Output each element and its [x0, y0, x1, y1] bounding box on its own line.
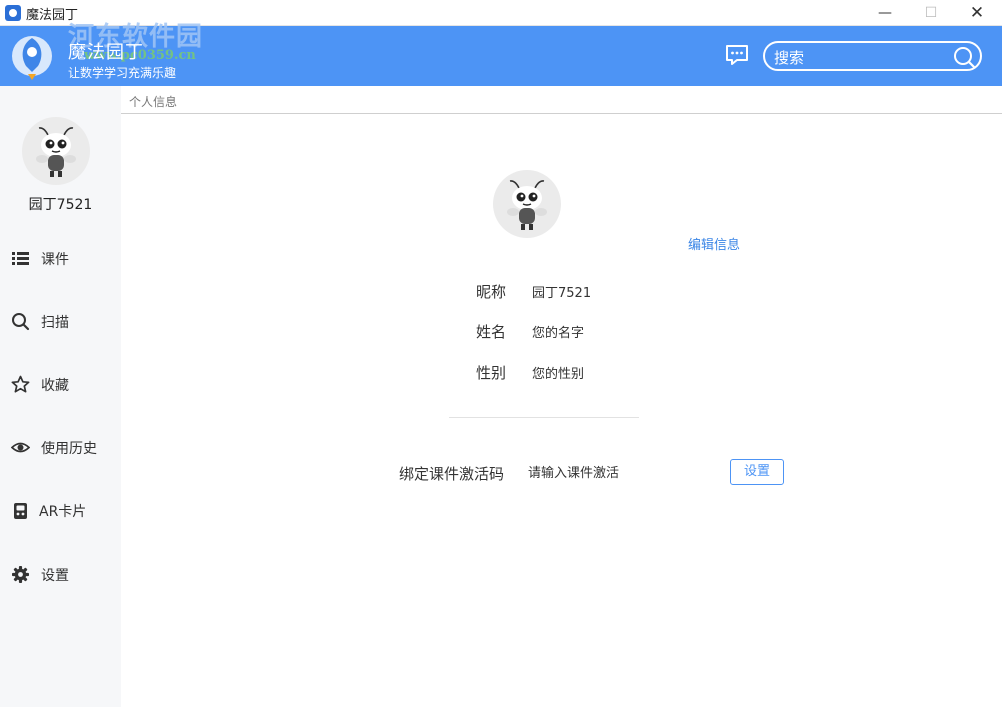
sidebar-item-label: 扫描 — [41, 315, 69, 331]
gear-icon — [12, 566, 29, 583]
app-name: 魔法园丁 — [68, 42, 144, 63]
sidebar-item-label: AR卡片 — [39, 504, 87, 520]
activation-code-label: 绑定课件激活码 — [399, 465, 505, 483]
eye-icon — [11, 442, 30, 453]
name-label: 姓名 — [476, 323, 507, 341]
bee-mascot-icon — [36, 127, 76, 177]
gender-label: 性别 — [476, 364, 507, 382]
sidebar: 园丁7521 课件 扫描 收藏 使用历史 AR卡片 设置 — [0, 86, 121, 707]
search-icon — [12, 313, 30, 331]
search-box[interactable]: 搜索 — [763, 41, 982, 71]
sidebar-item-courseware[interactable]: 课件 — [0, 238, 121, 278]
sidebar-username: 园丁7521 — [28, 197, 93, 213]
sidebar-item-label: 设置 — [41, 568, 69, 584]
breadcrumb: 个人信息 — [129, 95, 178, 109]
section-divider — [449, 417, 639, 418]
ar-card-icon — [14, 503, 27, 519]
main-panel: 个人信息 编辑信息 昵称 园丁7521 姓名 您的名字 性别 您的性别 绑定课件… — [121, 86, 1002, 707]
search-icon[interactable] — [952, 45, 976, 69]
nickname-label: 昵称 — [476, 283, 507, 301]
avatar[interactable] — [22, 117, 90, 185]
breadcrumb-divider — [121, 113, 1002, 114]
set-activation-button[interactable]: 设置 — [730, 459, 784, 485]
bee-mascot-icon — [507, 180, 547, 230]
sidebar-item-label: 使用历史 — [41, 441, 97, 457]
minimize-button[interactable]: — — [862, 0, 908, 26]
sidebar-item-label: 课件 — [41, 252, 69, 268]
sidebar-item-settings[interactable]: 设置 — [0, 554, 121, 594]
app-header: 河东软件园 www.pc0359.cn 魔法园丁 让数学学习充满乐趣 搜索 — [0, 22, 1002, 86]
nickname-value: 园丁7521 — [532, 286, 592, 301]
search-input[interactable]: 搜索 — [774, 47, 804, 68]
star-icon — [11, 375, 30, 393]
sidebar-item-ar-card[interactable]: AR卡片 — [0, 490, 121, 530]
message-icon[interactable] — [724, 43, 750, 67]
name-value: 您的名字 — [532, 326, 585, 341]
app-slogan: 让数学学习充满乐趣 — [68, 66, 177, 80]
profile-avatar[interactable] — [493, 170, 561, 238]
close-button[interactable]: ✕ — [954, 0, 1000, 26]
sidebar-item-history[interactable]: 使用历史 — [0, 427, 121, 467]
activation-code-input[interactable] — [528, 461, 718, 485]
sidebar-item-favorites[interactable]: 收藏 — [0, 364, 121, 404]
app-logo-icon — [5, 5, 21, 21]
maximize-button[interactable]: ☐ — [908, 0, 954, 26]
sidebar-item-label: 收藏 — [41, 378, 69, 394]
app-logo-icon — [12, 36, 52, 80]
edit-info-link[interactable]: 编辑信息 — [688, 234, 740, 253]
list-icon — [12, 252, 29, 265]
sidebar-item-scan[interactable]: 扫描 — [0, 301, 121, 341]
gender-value: 您的性别 — [532, 367, 585, 382]
